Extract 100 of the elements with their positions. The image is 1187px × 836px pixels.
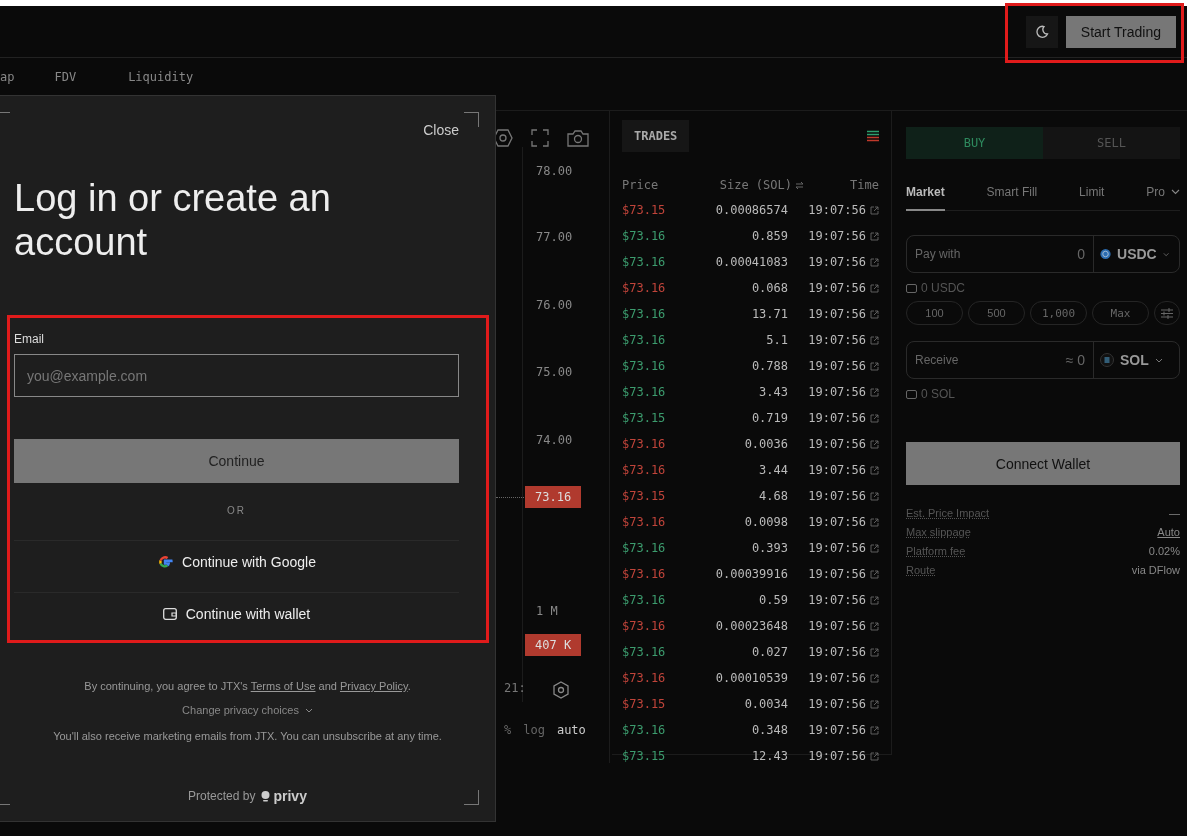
token-selector[interactable]: SOL	[1093, 342, 1179, 378]
price-cell-text: $73.16	[622, 463, 667, 477]
external-link-icon[interactable]	[870, 673, 879, 683]
external-link-icon[interactable]	[870, 387, 879, 397]
external-link-icon[interactable]	[870, 231, 879, 241]
size-cell-text: 0.788	[750, 359, 788, 373]
external-link-icon[interactable]	[870, 205, 879, 215]
external-link-icon[interactable]	[870, 725, 879, 735]
terms-link[interactable]: Terms of Use	[250, 680, 316, 692]
menu-icon[interactable]	[867, 130, 879, 142]
caret-icon	[1162, 251, 1169, 257]
last-price-badge: 73.16	[525, 486, 582, 508]
time-cell: 19:07:56	[808, 541, 866, 555]
camera-icon[interactable]	[567, 129, 589, 147]
external-link-icon[interactable]	[870, 699, 879, 709]
price-cell-text: $73.16	[622, 515, 667, 529]
time-cell: 19:07:56	[808, 463, 866, 477]
side-tab[interactable]: BUY	[906, 127, 1043, 159]
order-type-tab[interactable]: Limit	[1079, 179, 1105, 211]
price-cell-text: $73.16	[622, 437, 667, 451]
column-header: Price	[622, 178, 660, 192]
order-type-tab[interactable]: Pro	[1146, 179, 1180, 211]
size-cell-text: 0.393	[750, 541, 788, 555]
detail-label: Route	[906, 564, 936, 578]
detail-link[interactable]: Auto	[1157, 526, 1180, 545]
external-link-icon[interactable]	[870, 751, 879, 761]
settings-icon[interactable]	[552, 681, 570, 699]
external-link-icon[interactable]	[870, 361, 879, 371]
order-type-tab[interactable]: Smart Fill	[986, 179, 1038, 211]
stat-label: FDV	[54, 70, 77, 86]
privacy-choices-button[interactable]: Change privacy choices	[182, 704, 313, 716]
column-header: Size (SOL)	[719, 178, 792, 192]
stat-label: Liquidity	[128, 70, 194, 86]
external-link-icon[interactable]	[870, 465, 879, 475]
price-axis-label: 75.00	[536, 365, 573, 379]
pay-field[interactable]: Pay with 0 USDC	[906, 235, 1180, 273]
price-cell-text: $73.15	[622, 203, 667, 217]
price-cell-text: $73.16	[622, 593, 667, 607]
last-volume-badge: 407 K	[525, 634, 582, 656]
settings-icon[interactable]	[493, 129, 513, 147]
external-link-icon[interactable]	[870, 543, 879, 553]
scale-option[interactable]: %	[504, 723, 512, 737]
start-trading-button[interactable]: Start Trading	[1065, 15, 1176, 48]
time-cell: 19:07:56	[808, 645, 866, 659]
external-link-icon[interactable]	[870, 335, 879, 345]
external-link-icon[interactable]	[870, 647, 879, 657]
price-cell-text: $73.16	[622, 541, 667, 555]
external-link-icon[interactable]	[870, 595, 879, 605]
privacy-policy-link[interactable]: Privacy Policy	[339, 680, 408, 692]
connect-wallet-button[interactable]: Connect Wallet	[906, 442, 1180, 485]
price-cell-text: $73.16	[622, 385, 667, 399]
side-tab[interactable]: SELL	[1043, 127, 1180, 159]
continue-button[interactable]: Continue	[14, 439, 459, 483]
sliders-icon	[1161, 307, 1173, 319]
coin-icon	[1100, 353, 1114, 367]
detail-label: Max slippage	[906, 526, 971, 540]
external-link-icon[interactable]	[870, 621, 879, 631]
external-link-icon[interactable]	[870, 283, 879, 293]
fullscreen-icon[interactable]	[531, 129, 549, 147]
swap-icon[interactable]	[795, 180, 804, 190]
external-link-icon[interactable]	[870, 309, 879, 319]
email-field[interactable]: you@example.com	[14, 354, 459, 397]
price-cell-text: $73.16	[622, 723, 667, 737]
size-cell-text: 0.0036	[743, 437, 788, 451]
price-cell-text: $73.15	[622, 749, 667, 763]
external-link-icon[interactable]	[870, 569, 879, 579]
external-link-icon[interactable]	[870, 413, 879, 423]
order-type-tab[interactable]: Market	[906, 179, 945, 211]
size-cell-text: 0.0098	[743, 515, 788, 529]
external-link-icon[interactable]	[870, 257, 879, 267]
time-cell: 19:07:56	[808, 385, 866, 399]
time-cell: 19:07:56	[808, 333, 866, 347]
time-cell: 19:07:56	[808, 437, 866, 451]
scale-option[interactable]: log	[523, 723, 545, 737]
scale-option[interactable]: auto	[556, 723, 586, 737]
detail-value: via DFlow	[1131, 564, 1180, 578]
external-link-icon[interactable]	[870, 491, 879, 501]
receive-field[interactable]: Receive ≈ 0 SOL	[906, 341, 1180, 379]
external-link-icon[interactable]	[870, 439, 879, 449]
wallet-icon	[906, 389, 917, 399]
size-cell-text: 5.1	[765, 333, 788, 347]
close-button[interactable]: Close	[423, 122, 459, 138]
size-cell-text: 0.00086574	[714, 203, 788, 217]
time-cell: 19:07:56	[808, 671, 866, 685]
token-selector[interactable]: USDC	[1093, 236, 1179, 272]
moon-icon	[1034, 24, 1049, 39]
size-cell-text: 13.71	[750, 307, 788, 321]
caret-icon	[1154, 357, 1163, 363]
trades-tab[interactable]: TRADES	[622, 120, 690, 152]
price-cell-text: $73.16	[622, 281, 667, 295]
price-cell-text: $73.16	[622, 333, 667, 347]
external-link-icon[interactable]	[870, 517, 879, 527]
time-cell: 19:07:56	[808, 619, 866, 633]
time-cell: 19:07:56	[808, 723, 866, 737]
privy-logo: privy	[261, 788, 307, 804]
theme-toggle-button[interactable]	[1025, 15, 1058, 48]
dialog-title: Log in or create an account	[14, 176, 332, 264]
price-axis-label: 76.00	[536, 298, 573, 312]
price-cell-text: $73.15	[622, 697, 667, 711]
size-cell-text: 0.859	[750, 229, 788, 243]
